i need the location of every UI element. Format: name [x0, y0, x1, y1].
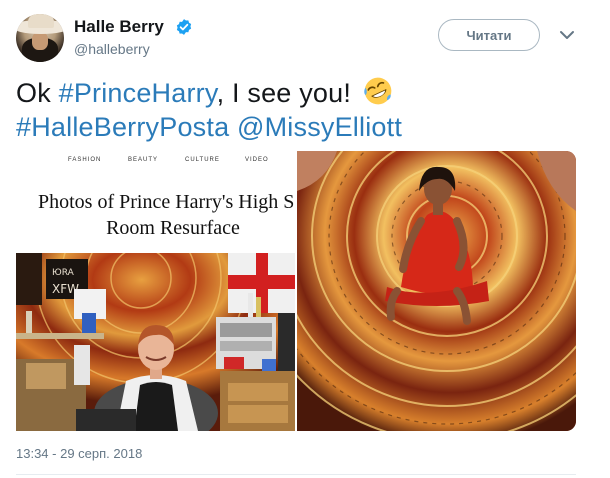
nav-fashion: FASHION [68, 157, 102, 163]
svg-text:ЮRA: ЮRA [52, 268, 75, 278]
tweet-text: Ok #PrinceHarry, I see you! #HalleBerryP… [16, 76, 586, 144]
tweet-media[interactable]: FASHION BEAUTY CULTURE VIDEO Photos of P… [16, 151, 576, 431]
article-nav: FASHION BEAUTY CULTURE VIDEO [16, 157, 295, 169]
nav-video: VIDEO [245, 157, 269, 163]
photo-halle-berry-tapestry[interactable] [297, 151, 576, 431]
hashtag-prince-harry[interactable]: #PrinceHarry [59, 78, 217, 108]
verified-badge-icon [176, 19, 192, 35]
dorm-room-photo: ЮRA XFW [16, 253, 295, 431]
photo-article-screenshot[interactable]: FASHION BEAUTY CULTURE VIDEO Photos of P… [16, 151, 295, 431]
hashtag-halle-berry-posta[interactable]: #HalleBerryPosta [16, 112, 229, 142]
nav-culture: CULTURE [185, 157, 220, 163]
tweet-timestamp[interactable]: 13:34 - 29 серп. 2018 [16, 446, 142, 461]
article-title: Photos of Prince Harry's High School Do … [38, 189, 295, 241]
rolling-on-floor-laughing-emoji-icon [364, 77, 392, 105]
nav-beauty: BEAUTY [128, 157, 159, 163]
user-handle[interactable]: @halleberry [74, 41, 150, 57]
text-prefix: Ok [16, 78, 59, 108]
follow-button[interactable]: Читати [438, 19, 540, 51]
display-name[interactable]: Halle Berry [74, 17, 164, 37]
divider [16, 474, 576, 475]
text-suffix: , I see you! [216, 78, 352, 108]
article-title-line2: Room Resurface [106, 217, 240, 239]
article-title-line1: Photos of Prince Harry's High School Do [38, 191, 295, 213]
mention-missy-elliott[interactable]: @MissyElliott [237, 112, 402, 142]
tweet-card: Halle Berry @halleberry Читати Ok #Princ… [0, 0, 610, 478]
chevron-down-icon[interactable] [558, 28, 576, 42]
avatar[interactable] [16, 14, 64, 62]
